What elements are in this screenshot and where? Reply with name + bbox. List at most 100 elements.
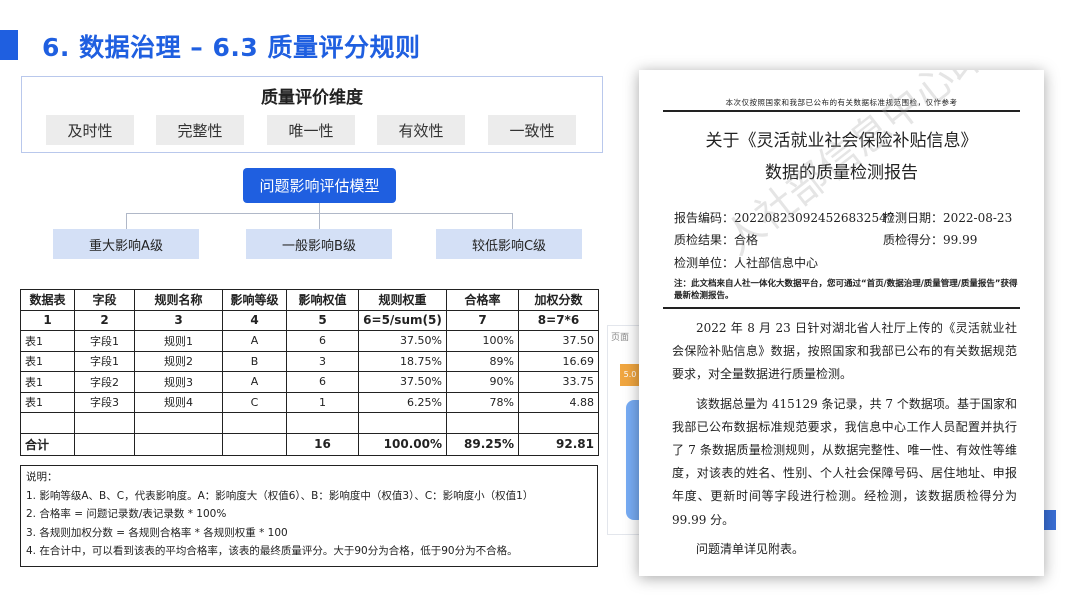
report-code-label: 报告编码：: [674, 211, 735, 225]
table-cell: C: [222, 391, 287, 413]
table-cell: 37.50%: [358, 371, 447, 393]
report-score: 质检得分：99.99: [883, 231, 977, 248]
report-body: 2022 年 8 月 23 日针对湖北省人社厅上传的《灵活就业社会保险补贴信息》…: [672, 317, 1017, 561]
table-cell: 4.88: [518, 391, 599, 413]
table-cell: 16.69: [518, 350, 599, 372]
dimensions-title: 质量评价维度: [261, 88, 363, 108]
table-cell: 100%: [446, 330, 519, 352]
notes-title: 说明：: [26, 471, 58, 483]
table-total-row: 合计 16 100.00% 89.25% 92.81: [20, 432, 599, 456]
quality-dimensions-panel: 质量评价维度 及时性 完整性 唯一性 有效性 一致性: [21, 76, 603, 153]
table-header-cell: 影响权值: [286, 289, 359, 311]
table-index-cell: 1: [20, 309, 75, 331]
note-line: 1. 影响等级A、B、C，代表影响度。A：影响度大（权值6）、B：影响度中（权值…: [26, 489, 534, 502]
table-cell: 6: [286, 330, 359, 352]
report-score-value: 99.99: [943, 233, 978, 247]
table-cell: 89%: [446, 350, 519, 372]
table-cell: 表1: [20, 350, 75, 372]
report-result: 质检结果：合格: [674, 231, 758, 248]
table-header-cell: 数据表: [20, 289, 75, 311]
report-code: 报告编码：20220823092452683254​7: [674, 209, 894, 226]
total-rule-weight: 100.00%: [358, 432, 447, 456]
dimension-consistency: 一致性: [488, 115, 576, 145]
total-pass-rate: 89.25%: [446, 432, 519, 456]
table-cell: 37.50: [518, 330, 599, 352]
background-page-tag: 页面: [611, 333, 630, 343]
table-header-cell: 加权分数: [518, 289, 599, 311]
table-cell: 字段1: [74, 350, 135, 372]
table-cell: 规则4: [134, 391, 223, 413]
note-line: 2. 合格率 = 问题记录数/表记录数 * 100%: [26, 508, 227, 520]
table-cell: 字段3: [74, 391, 135, 413]
title-accent-bar: [0, 30, 18, 60]
table-cell: 规则1: [134, 330, 223, 352]
table-cell: 6.25%: [358, 391, 447, 413]
table-cell: A: [222, 371, 287, 393]
dimension-timeliness: 及时性: [46, 115, 134, 145]
notes-box: 说明： 1. 影响等级A、B、C，代表影响度。A：影响度大（权值6）、B：影响度…: [20, 465, 598, 567]
table-row: 表1 字段1 规则2 B 3 18.75% 89% 16.69: [20, 350, 599, 372]
report-date-value: 2022-08-23: [943, 211, 1013, 225]
report-title-line1: 关于《灵活就业社会保险补贴信息》: [705, 131, 978, 151]
table-cell: 90%: [446, 371, 519, 393]
table-header-cell: 字段: [74, 289, 135, 311]
table-cell: B: [222, 350, 287, 372]
table-index-cell: 7: [446, 309, 519, 331]
table-cell: 表1: [20, 371, 75, 393]
table-cell: 表1: [20, 330, 75, 352]
table-cell: 6: [286, 371, 359, 393]
table-header-cell: 规则权重: [358, 289, 447, 311]
table-row: 表1 字段3 规则4 C 1 6.25% 78% 4.88: [20, 391, 599, 413]
table-header-cell: 规则名称: [134, 289, 223, 311]
level-c-box: 较低影响C级: [436, 229, 582, 259]
table-cell: 33.75: [518, 371, 599, 393]
report-title-line2: 数据的质量检测报告: [765, 163, 918, 183]
table-index-cell: 5: [286, 309, 359, 331]
dimension-uniqueness: 唯一性: [267, 115, 355, 145]
level-b-box: 一般影响B级: [246, 229, 392, 259]
table-row: 表1 字段2 规则3 A 6 37.50% 90% 33.75: [20, 371, 599, 393]
report-unit-label: 检测单位：: [674, 256, 735, 270]
tree-connector-left: [126, 213, 127, 229]
table-index-row: 1 2 3 4 5 6=5/sum(5) 7 8=7*6: [20, 309, 599, 331]
tree-connector-right: [512, 213, 513, 229]
table-cell: A: [222, 330, 287, 352]
table-cell: 3: [286, 350, 359, 372]
table-index-cell: 2: [74, 309, 135, 331]
table-cell: 表1: [20, 391, 75, 413]
report-date-label: 检测日期：: [883, 211, 944, 225]
background-page-badge: 5.0: [620, 364, 640, 386]
table-cell: 字段2: [74, 371, 135, 393]
table-header-row: 数据表 字段 规则名称 影响等级 影响权值 规则权重 合格率 加权分数: [20, 289, 599, 311]
note-line: 4. 在合计中，可以看到该表的平均合格率，该表的最终质量评分。大于90分为合格，…: [26, 545, 518, 557]
table-cell: 规则3: [134, 371, 223, 393]
note-line: 3. 各规则加权分数 = 各规则合格率 * 各规则权重 * 100: [26, 526, 288, 539]
report-tip: 注：此文档来自人社一体化大数据平台，您可通过“首页/数据治理/质量管理/质量报告…: [674, 279, 1018, 301]
report-result-label: 质检结果：: [674, 233, 735, 247]
table-empty-row: [20, 412, 599, 434]
table-header-cell: 合格率: [446, 289, 519, 311]
total-weight: 16: [286, 432, 359, 456]
table-index-cell: 4: [222, 309, 287, 331]
report-paragraph: 2022 年 8 月 23 日针对湖北省人社厅上传的《灵活就业社会保险补贴信息》…: [672, 321, 1017, 382]
level-a-box: 重大影响A级: [53, 229, 199, 259]
table-cell: 78%: [446, 391, 519, 413]
report-date: 检测日期：2022-08-23: [883, 209, 1012, 226]
report-unit-value: 人社部信息中心: [734, 256, 819, 270]
scoring-table: 数据表 字段 规则名称 影响等级 影响权值 规则权重 合格率 加权分数 1 2 …: [20, 289, 599, 456]
report-top-rule: [663, 110, 1020, 112]
tree-connector-stem: [319, 203, 320, 213]
table-row: 表1 字段1 规则1 A 6 37.50% 100% 37.50: [20, 330, 599, 352]
tree-connector-mid: [319, 213, 320, 229]
table-index-cell: 3: [134, 309, 223, 331]
report-score-label: 质检得分：: [883, 233, 944, 247]
report-paragraph: 该数据总量为 415129 条记录，共 7 个数据项。基于国家和我部已公布数据标…: [672, 396, 1017, 527]
total-label: 合计: [20, 432, 75, 456]
table-cell: 1: [286, 391, 359, 413]
impact-model-box: 问题影响评估模型: [243, 168, 396, 203]
quality-report-document: 本次仅按照国家和我部已公布的有关数据标准规范围检，仅作参考 关于《灵活就业社会保…: [639, 70, 1044, 576]
table-cell: 18.75%: [358, 350, 447, 372]
dimension-validity: 有效性: [377, 115, 465, 145]
table-index-cell: 8=7*6: [518, 309, 599, 331]
report-unit: 检测单位：人社部信息中心: [674, 254, 818, 271]
